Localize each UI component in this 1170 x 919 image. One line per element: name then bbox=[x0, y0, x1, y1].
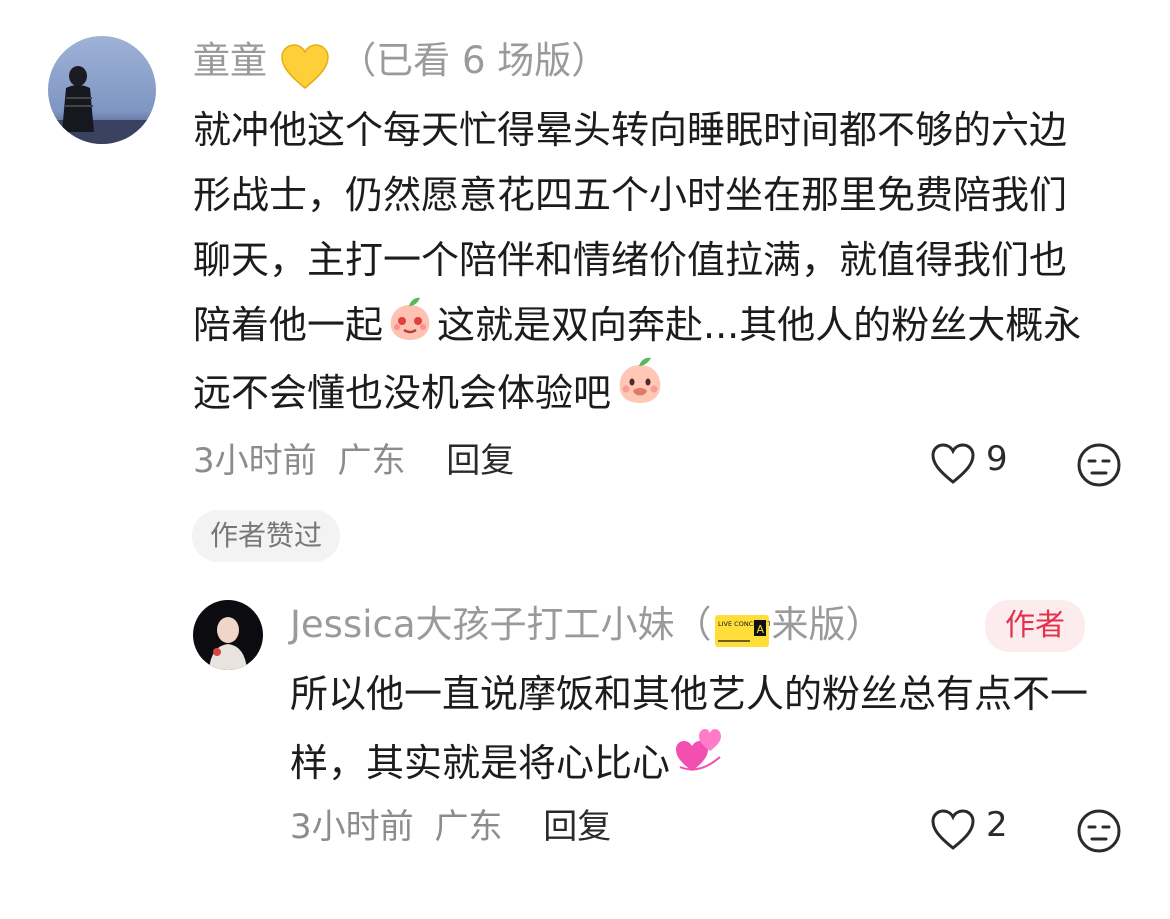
author-liked-badge: 作者赞过 bbox=[192, 510, 341, 562]
comment-time: 3小时前 bbox=[193, 441, 317, 481]
avatar-jessica[interactable] bbox=[193, 600, 263, 670]
svg-text:A: A bbox=[756, 623, 764, 636]
reply-username[interactable]: Jessica大孩子打工小妹 bbox=[290, 603, 675, 646]
neutral-face-icon bbox=[1077, 443, 1121, 487]
comment-header: 童童 （已看 6 场版） bbox=[193, 39, 609, 89]
comment-body: 就冲他这个每天忙得晕头转向睡眠时间都不够的六边形战士，仍然愿意花四五个小时坐在那… bbox=[193, 98, 1098, 426]
revolving-hearts-emoji bbox=[674, 726, 724, 795]
reply-like-count: 2 bbox=[986, 805, 1008, 845]
reply-body: 所以他一直说摩饭和其他艺人的粉丝总有点不一样，其实就是将心比心 bbox=[290, 660, 1120, 798]
heart-outline-icon bbox=[931, 443, 975, 484]
reply-dislike-button[interactable] bbox=[1076, 808, 1122, 858]
comment-user-tag: （已看 6 场版） bbox=[339, 39, 609, 82]
comment-location: 广东 bbox=[337, 441, 406, 481]
like-count: 9 bbox=[986, 439, 1008, 479]
avatar-tongtong[interactable] bbox=[48, 36, 156, 144]
dislike-button[interactable] bbox=[1076, 442, 1122, 492]
comment-meta: 3小时前 广东 回复 bbox=[193, 444, 514, 478]
reply-tag-open: （ bbox=[674, 603, 712, 646]
reply-tag-close: 来版） bbox=[771, 603, 883, 646]
reply-location: 广东 bbox=[434, 807, 503, 847]
peach-shy-emoji bbox=[615, 355, 665, 425]
yellow-heart-emoji bbox=[280, 43, 330, 94]
author-badge: 作者 bbox=[985, 600, 1085, 652]
neutral-face-icon bbox=[1077, 809, 1121, 853]
heart-outline-icon bbox=[931, 809, 975, 850]
reply-reply-button[interactable]: 回复 bbox=[543, 807, 611, 847]
comment-username[interactable]: 童童 bbox=[193, 39, 267, 82]
reply-time: 3小时前 bbox=[290, 807, 414, 847]
peach-excited-emoji bbox=[387, 295, 433, 361]
reply-meta: 3小时前 广东 回复 bbox=[290, 810, 611, 844]
concert-ticket-icon: LIVE CONCERT TICKET A bbox=[714, 614, 790, 652]
reply-header: Jessica大孩子打工小妹（ LIVE CONCERT TICKET A 来版… bbox=[290, 606, 883, 648]
reply-button[interactable]: 回复 bbox=[446, 441, 514, 481]
